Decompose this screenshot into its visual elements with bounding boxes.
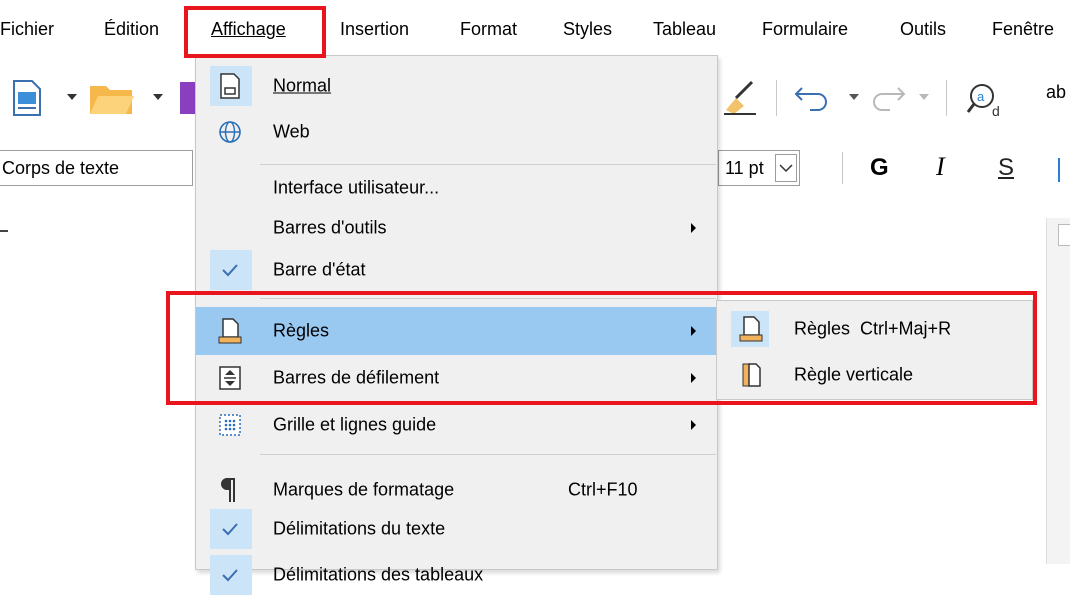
find-replace-icon[interactable]: a d xyxy=(966,78,1004,118)
menu-item-label: Web xyxy=(273,121,310,142)
chevron-down-icon[interactable] xyxy=(918,92,930,102)
submenu-item-vertical-ruler[interactable]: Règle verticale xyxy=(717,353,1032,397)
grid-icon xyxy=(219,414,241,436)
menu-item-user-interface[interactable]: Interface utilisateur... xyxy=(196,168,717,208)
font-size-dropdown[interactable] xyxy=(775,154,797,182)
menu-item-label: Marques de formatage xyxy=(273,479,455,500)
chevron-down-icon[interactable] xyxy=(848,92,860,102)
submenu-arrow-icon xyxy=(691,326,696,336)
toolbar-separator xyxy=(946,80,947,116)
menu-item-status-bar[interactable]: Barre d'état xyxy=(196,248,717,292)
chevron-down-icon[interactable] xyxy=(66,92,78,102)
pilcrow-icon xyxy=(221,478,235,502)
menu-formulaire[interactable]: Formulaire xyxy=(762,19,848,40)
menu-item-text-boundaries[interactable]: Délimitations du texte xyxy=(196,507,717,551)
menu-item-label: Grille et lignes guide xyxy=(273,414,437,435)
menu-item-web[interactable]: Web xyxy=(196,110,717,154)
page-edge xyxy=(1046,218,1070,564)
menu-insertion[interactable]: Insertion xyxy=(340,19,409,40)
menu-item-shortcut: Ctrl+F10 xyxy=(568,479,638,500)
menubar: Fichier Édition Affichage Insertion Form… xyxy=(0,0,1070,58)
save-icon[interactable] xyxy=(178,78,196,118)
menu-item-label: Délimitations du texte xyxy=(273,518,446,539)
vertical-ruler-icon xyxy=(742,363,761,387)
open-folder-icon[interactable] xyxy=(88,80,136,116)
submenu-arrow-icon xyxy=(691,420,696,430)
globe-icon xyxy=(219,121,241,143)
normal-view-icon xyxy=(220,73,240,99)
menu-edition[interactable]: Édition xyxy=(104,19,159,40)
menu-item-grid[interactable]: Grille et lignes guide xyxy=(196,403,717,447)
checkmark-icon xyxy=(222,569,238,582)
menu-separator xyxy=(260,454,716,455)
menu-item-label: Barres d'outils xyxy=(273,217,387,238)
menu-item-label: Règles Ctrl+Maj+R xyxy=(794,318,952,339)
ruler-icon xyxy=(739,316,763,342)
underline-button[interactable]: S xyxy=(998,154,1014,182)
menu-item-label: Normal xyxy=(273,75,332,96)
rulers-submenu: Règles Ctrl+Maj+R Règle verticale xyxy=(716,300,1033,400)
menu-fenetre[interactable]: Fenêtre xyxy=(992,19,1054,40)
menu-item-scrollbars[interactable]: Barres de défilement xyxy=(196,355,717,401)
svg-text:a: a xyxy=(977,89,985,104)
view-menu-dropdown: Normal Web Interface utilisateur... Barr… xyxy=(195,55,718,595)
paragraph-style-combobox[interactable]: Corps de texte xyxy=(0,150,193,186)
new-document-icon[interactable] xyxy=(6,78,46,118)
checkmark-icon xyxy=(222,264,238,277)
menu-fichier[interactable]: Fichier xyxy=(0,19,54,40)
chevron-down-icon xyxy=(779,164,793,173)
submenu-arrow-icon xyxy=(691,223,696,233)
font-size-value: 11 pt xyxy=(725,158,764,178)
toolbar-separator xyxy=(776,80,777,116)
menu-styles[interactable]: Styles xyxy=(563,19,612,40)
toolbar-separator xyxy=(842,152,843,184)
strikethrough-icon[interactable] xyxy=(1058,158,1070,182)
undo-icon[interactable] xyxy=(792,82,832,112)
menu-separator xyxy=(260,298,716,299)
font-size-combobox[interactable]: 11 pt xyxy=(718,150,800,186)
menu-item-toolbars[interactable]: Barres d'outils xyxy=(196,208,717,248)
menu-separator xyxy=(260,164,716,165)
menu-item-shortcut: Ctrl+Maj+R xyxy=(860,318,952,339)
menu-outils[interactable]: Outils xyxy=(900,19,946,40)
checkmark-icon xyxy=(222,523,238,536)
menu-format[interactable]: Format xyxy=(460,19,517,40)
redo-icon[interactable] xyxy=(868,82,908,112)
menu-item-table-boundaries[interactable]: Délimitations des tableaux xyxy=(196,553,717,597)
menu-tableau[interactable]: Tableau xyxy=(653,19,716,40)
menu-item-label: Règles xyxy=(273,320,330,341)
menu-item-label: Interface utilisateur... xyxy=(273,177,440,198)
ruler-marker xyxy=(0,230,8,232)
menu-item-label: Barres de défilement xyxy=(273,367,440,388)
page-corner xyxy=(1058,224,1070,246)
ruler-icon xyxy=(218,318,242,344)
submenu-item-rulers[interactable]: Règles Ctrl+Maj+R xyxy=(717,307,1032,351)
svg-text:d: d xyxy=(992,103,1000,118)
menu-item-label: Règle verticale xyxy=(794,364,914,385)
menu-item-rulers[interactable]: Règles xyxy=(196,307,717,355)
menu-item-normal[interactable]: Normal xyxy=(196,64,717,108)
menu-item-label: Délimitations des tableaux xyxy=(273,564,484,585)
submenu-arrow-icon xyxy=(691,373,696,383)
scrollbar-icon xyxy=(219,366,241,390)
menu-item-label: Barre d'état xyxy=(273,259,366,280)
spellcheck-label[interactable]: ab xyxy=(1046,82,1066,103)
bold-button[interactable]: G xyxy=(870,154,889,182)
chevron-down-icon[interactable] xyxy=(152,92,164,102)
menu-affichage[interactable]: Affichage xyxy=(211,19,286,40)
italic-button[interactable]: I xyxy=(936,152,945,182)
clear-formatting-icon[interactable] xyxy=(720,76,760,116)
